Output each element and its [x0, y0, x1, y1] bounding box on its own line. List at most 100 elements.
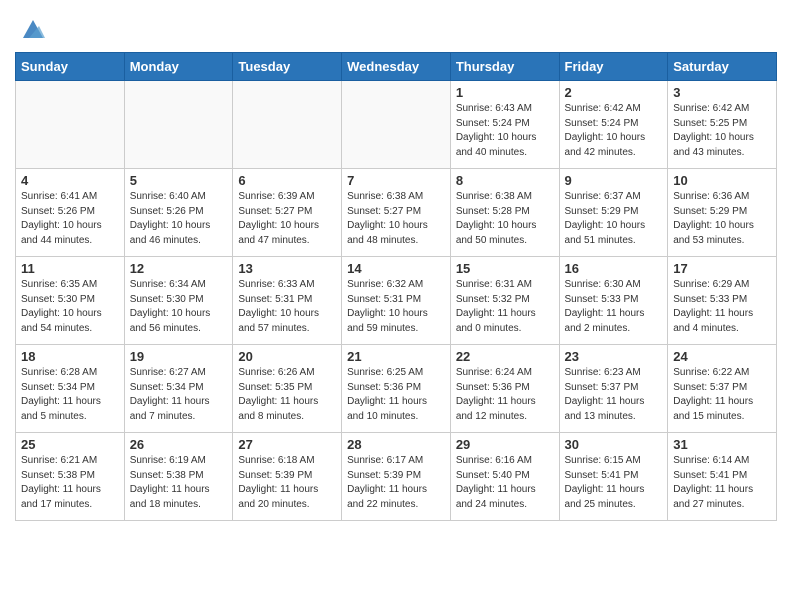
calendar-week-row: 1 Sunrise: 6:43 AM Sunset: 5:24 PM Daylig…	[16, 81, 777, 169]
calendar-week-row: 25 Sunrise: 6:21 AM Sunset: 5:38 PM Dayli…	[16, 433, 777, 521]
day-info: Sunrise: 6:35 AM Sunset: 5:30 PM Dayligh…	[21, 278, 119, 336]
day-of-week-header: Thursday	[450, 53, 559, 81]
day-info: Sunrise: 6:22 AM Sunset: 5:37 PM Dayligh…	[673, 366, 771, 424]
calendar-day-cell: 1 Sunrise: 6:43 AM Sunset: 5:24 PM Daylig…	[450, 81, 559, 169]
day-number: 28	[347, 437, 445, 452]
calendar-day-cell: 7 Sunrise: 6:38 AM Sunset: 5:27 PM Daylig…	[342, 169, 451, 257]
calendar-day-cell: 30 Sunrise: 6:15 AM Sunset: 5:41 PM Dayli…	[559, 433, 668, 521]
day-number: 25	[21, 437, 119, 452]
calendar-table: SundayMondayTuesdayWednesdayThursdayFrid…	[15, 52, 777, 521]
day-info: Sunrise: 6:15 AM Sunset: 5:41 PM Dayligh…	[565, 454, 663, 512]
day-info: Sunrise: 6:16 AM Sunset: 5:40 PM Dayligh…	[456, 454, 554, 512]
day-info: Sunrise: 6:42 AM Sunset: 5:24 PM Dayligh…	[565, 102, 663, 160]
calendar-day-cell: 8Sunrise: 6:38 AM Sunset: 5:28 PM Daylig…	[450, 169, 559, 257]
calendar-day-cell: 10Sunrise: 6:36 AM Sunset: 5:29 PM Dayli…	[668, 169, 777, 257]
day-number: 9	[565, 173, 663, 188]
day-number: 20	[238, 349, 336, 364]
calendar-day-cell: 18Sunrise: 6:28 AM Sunset: 5:34 PM Dayli…	[16, 345, 125, 433]
day-number: 5	[130, 173, 228, 188]
calendar-day-cell	[16, 81, 125, 169]
day-info: Sunrise: 6:24 AM Sunset: 5:36 PM Dayligh…	[456, 366, 554, 424]
calendar-day-cell: 17 Sunrise: 6:29 AM Sunset: 5:33 PM Dayli…	[668, 257, 777, 345]
calendar-day-cell: 14 Sunrise: 6:32 AM Sunset: 5:31 PM Dayli…	[342, 257, 451, 345]
day-of-week-header: Monday	[124, 53, 233, 81]
day-number: 19	[130, 349, 228, 364]
day-number: 14	[347, 261, 445, 276]
calendar-day-cell: 15 Sunrise: 6:31 AM Sunset: 5:32 PM Dayli…	[450, 257, 559, 345]
calendar-day-cell: 29 Sunrise: 6:16 AM Sunset: 5:40 PM Dayli…	[450, 433, 559, 521]
calendar-day-cell: 31 Sunrise: 6:14 AM Sunset: 5:41 PM Dayli…	[668, 433, 777, 521]
day-info: Sunrise: 6:40 AM Sunset: 5:26 PM Dayligh…	[130, 190, 228, 248]
day-number: 22	[456, 349, 554, 364]
day-number: 3	[673, 85, 771, 100]
calendar-day-cell	[233, 81, 342, 169]
calendar-day-cell: 28 Sunrise: 6:17 AM Sunset: 5:39 PM Dayli…	[342, 433, 451, 521]
page-header	[15, 10, 777, 44]
calendar-day-cell: 6 Sunrise: 6:39 AM Sunset: 5:27 PM Daylig…	[233, 169, 342, 257]
day-info: Sunrise: 6:28 AM Sunset: 5:34 PM Dayligh…	[21, 366, 119, 424]
calendar-day-cell: 26 Sunrise: 6:19 AM Sunset: 5:38 PM Dayli…	[124, 433, 233, 521]
day-number: 13	[238, 261, 336, 276]
day-info: Sunrise: 6:17 AM Sunset: 5:39 PM Dayligh…	[347, 454, 445, 512]
day-info: Sunrise: 6:19 AM Sunset: 5:38 PM Dayligh…	[130, 454, 228, 512]
calendar-day-cell: 23Sunrise: 6:23 AM Sunset: 5:37 PM Dayli…	[559, 345, 668, 433]
calendar-week-row: 4Sunrise: 6:41 AM Sunset: 5:26 PM Daylig…	[16, 169, 777, 257]
day-number: 30	[565, 437, 663, 452]
day-info: Sunrise: 6:32 AM Sunset: 5:31 PM Dayligh…	[347, 278, 445, 336]
day-info: Sunrise: 6:31 AM Sunset: 5:32 PM Dayligh…	[456, 278, 554, 336]
calendar-day-cell: 12 Sunrise: 6:34 AM Sunset: 5:30 PM Dayli…	[124, 257, 233, 345]
calendar-day-cell: 2 Sunrise: 6:42 AM Sunset: 5:24 PM Daylig…	[559, 81, 668, 169]
day-number: 2	[565, 85, 663, 100]
day-number: 11	[21, 261, 119, 276]
day-number: 7	[347, 173, 445, 188]
calendar-day-cell: 20 Sunrise: 6:26 AM Sunset: 5:35 PM Dayli…	[233, 345, 342, 433]
calendar-day-cell: 4Sunrise: 6:41 AM Sunset: 5:26 PM Daylig…	[16, 169, 125, 257]
day-info: Sunrise: 6:37 AM Sunset: 5:29 PM Dayligh…	[565, 190, 663, 248]
day-number: 31	[673, 437, 771, 452]
day-info: Sunrise: 6:41 AM Sunset: 5:26 PM Dayligh…	[21, 190, 119, 248]
day-number: 16	[565, 261, 663, 276]
day-number: 23	[565, 349, 663, 364]
day-info: Sunrise: 6:21 AM Sunset: 5:38 PM Dayligh…	[21, 454, 119, 512]
calendar-week-row: 11 Sunrise: 6:35 AM Sunset: 5:30 PM Dayli…	[16, 257, 777, 345]
day-number: 6	[238, 173, 336, 188]
day-number: 17	[673, 261, 771, 276]
calendar-day-cell: 5 Sunrise: 6:40 AM Sunset: 5:26 PM Daylig…	[124, 169, 233, 257]
day-info: Sunrise: 6:38 AM Sunset: 5:27 PM Dayligh…	[347, 190, 445, 248]
calendar-day-cell: 3 Sunrise: 6:42 AM Sunset: 5:25 PM Daylig…	[668, 81, 777, 169]
day-number: 15	[456, 261, 554, 276]
calendar-day-cell: 22 Sunrise: 6:24 AM Sunset: 5:36 PM Dayli…	[450, 345, 559, 433]
day-info: Sunrise: 6:43 AM Sunset: 5:24 PM Dayligh…	[456, 102, 554, 160]
calendar-day-cell: 19 Sunrise: 6:27 AM Sunset: 5:34 PM Dayli…	[124, 345, 233, 433]
calendar-day-cell: 11 Sunrise: 6:35 AM Sunset: 5:30 PM Dayli…	[16, 257, 125, 345]
calendar-day-cell: 13Sunrise: 6:33 AM Sunset: 5:31 PM Dayli…	[233, 257, 342, 345]
day-number: 26	[130, 437, 228, 452]
calendar-week-row: 18Sunrise: 6:28 AM Sunset: 5:34 PM Dayli…	[16, 345, 777, 433]
day-number: 1	[456, 85, 554, 100]
day-info: Sunrise: 6:34 AM Sunset: 5:30 PM Dayligh…	[130, 278, 228, 336]
day-info: Sunrise: 6:36 AM Sunset: 5:29 PM Dayligh…	[673, 190, 771, 248]
day-info: Sunrise: 6:29 AM Sunset: 5:33 PM Dayligh…	[673, 278, 771, 336]
day-info: Sunrise: 6:30 AM Sunset: 5:33 PM Dayligh…	[565, 278, 663, 336]
day-info: Sunrise: 6:42 AM Sunset: 5:25 PM Dayligh…	[673, 102, 771, 160]
day-info: Sunrise: 6:39 AM Sunset: 5:27 PM Dayligh…	[238, 190, 336, 248]
calendar-day-cell: 16 Sunrise: 6:30 AM Sunset: 5:33 PM Dayli…	[559, 257, 668, 345]
day-of-week-header: Wednesday	[342, 53, 451, 81]
calendar-day-cell: 9 Sunrise: 6:37 AM Sunset: 5:29 PM Daylig…	[559, 169, 668, 257]
day-info: Sunrise: 6:26 AM Sunset: 5:35 PM Dayligh…	[238, 366, 336, 424]
day-info: Sunrise: 6:25 AM Sunset: 5:36 PM Dayligh…	[347, 366, 445, 424]
day-number: 27	[238, 437, 336, 452]
calendar-day-cell: 25 Sunrise: 6:21 AM Sunset: 5:38 PM Dayli…	[16, 433, 125, 521]
day-info: Sunrise: 6:18 AM Sunset: 5:39 PM Dayligh…	[238, 454, 336, 512]
day-info: Sunrise: 6:38 AM Sunset: 5:28 PM Dayligh…	[456, 190, 554, 248]
day-number: 29	[456, 437, 554, 452]
day-number: 21	[347, 349, 445, 364]
day-number: 12	[130, 261, 228, 276]
day-of-week-header: Saturday	[668, 53, 777, 81]
logo	[15, 16, 47, 44]
calendar-day-cell	[342, 81, 451, 169]
day-info: Sunrise: 6:27 AM Sunset: 5:34 PM Dayligh…	[130, 366, 228, 424]
day-of-week-header: Tuesday	[233, 53, 342, 81]
calendar-day-cell	[124, 81, 233, 169]
day-info: Sunrise: 6:14 AM Sunset: 5:41 PM Dayligh…	[673, 454, 771, 512]
